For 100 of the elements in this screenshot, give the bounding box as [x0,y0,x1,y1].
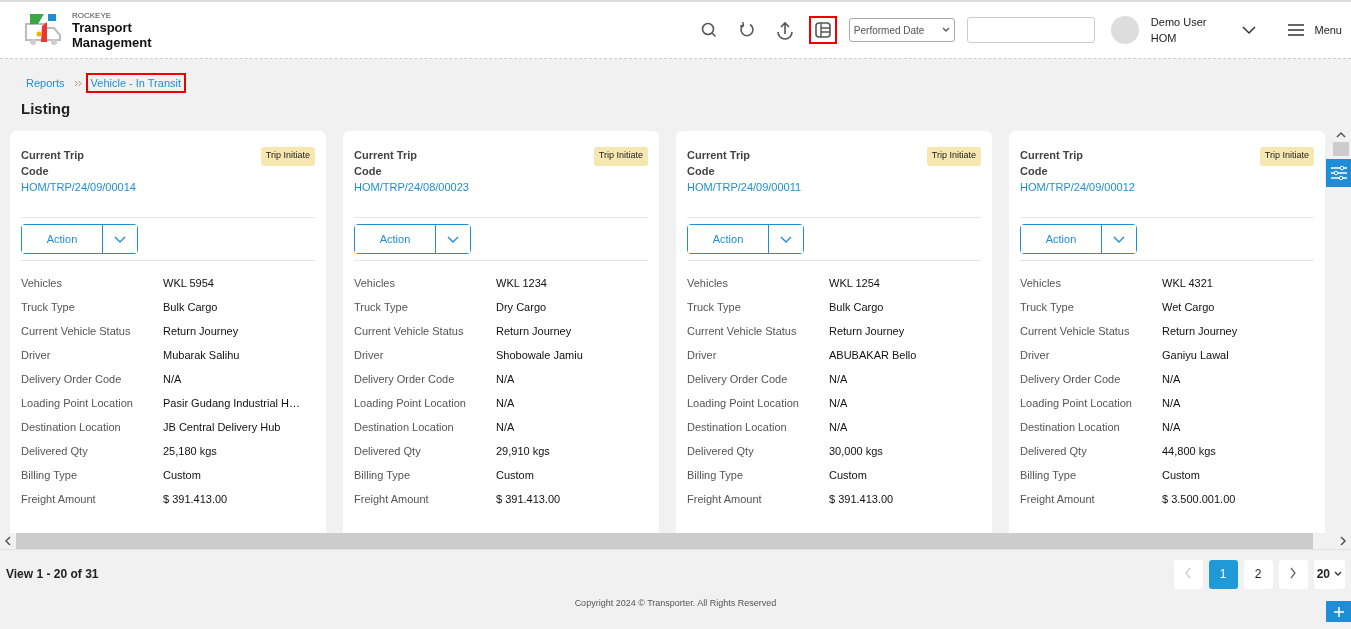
field-label: Loading Point Location [354,397,467,409]
trip-code-link[interactable]: HOM/TRP/24/09/00011 [687,179,802,195]
chevron-down-icon[interactable] [1334,571,1342,577]
field-label: Delivery Order Code [21,373,123,385]
page-button[interactable]: 1 [1208,559,1238,589]
field-value: Return Journey [829,325,906,337]
plus-icon[interactable] [1332,605,1345,618]
field-label: Delivered Qty [21,445,89,457]
field-value: Custom [496,469,535,481]
field-value: Custom [1162,469,1201,481]
field-value: $ 391.413.00 [496,493,562,505]
field-label: Driver [687,349,718,361]
card-title: Current Trip Code [687,148,751,179]
field-label: Delivered Qty [687,445,755,457]
filter-sliders-icon[interactable] [1330,166,1347,180]
field-value: Custom [163,469,202,481]
field-label: Vehicles [354,277,396,289]
field-value: Mubarak Salihu [163,349,241,361]
app-title: Transport [72,19,133,35]
copyright-text: Copyright 2024 © Transporter. All Rights Reserved [573,598,778,608]
field-value: N/A [829,421,849,433]
field-label: Delivery Order Code [1020,373,1122,385]
trip-code-link[interactable]: HOM/TRP/24/09/00012 [1020,179,1135,195]
field-label: Driver [21,349,52,361]
field-value: WKL 4321 [1162,277,1214,289]
scrollbar-thumb[interactable] [1332,142,1349,156]
trip-code-link[interactable]: HOM/TRP/24/09/00014 [21,179,136,195]
field-label: Truck Type [354,301,409,313]
field-label: Destination Location [21,421,122,433]
action-button[interactable]: Action [1021,225,1102,253]
field-value: 25,180 kgs [163,445,218,457]
field-value: Wet Cargo [1162,301,1216,313]
field-value: JB Central Delivery Hub [163,421,282,433]
field-value: Return Journey [1162,325,1239,337]
page-button[interactable]: 2 [1243,559,1273,589]
field-value: N/A [496,397,516,409]
trip-code-link[interactable]: HOM/TRP/24/08/00023 [354,179,469,195]
field-label: Current Vehicle Status [1020,325,1131,337]
status-badge: Trip Initiate [1259,147,1314,166]
field-value: Custom [829,469,868,481]
field-value: WKL 5954 [163,277,215,289]
search-field[interactable] [966,17,1095,43]
field-value: N/A [163,373,183,385]
status-badge: Trip Initiate [593,147,648,166]
action-button[interactable]: Action [688,225,769,253]
card-title: Current Trip Code [21,148,85,179]
field-value: Return Journey [163,325,240,337]
field-value: ABUBAKAR Bello [829,349,918,361]
add-button[interactable] [1326,601,1351,622]
filter-button[interactable] [1326,159,1351,187]
truck-logo-icon [24,12,64,48]
date-filter-dropdown[interactable]: Performed Date [848,18,955,42]
field-value: N/A [1162,397,1182,409]
field-value: $ 3.500.001.00 [1162,493,1237,505]
field-value: N/A [829,373,849,385]
field-value: N/A [496,373,516,385]
menu-button[interactable]: Menu [1282,23,1348,37]
user-name: Demo User [1150,15,1207,30]
chevron-down-icon[interactable] [941,27,950,33]
status-badge: Trip Initiate [926,147,981,166]
field-label: Destination Location [687,421,788,433]
field-value: N/A [829,397,849,409]
chevron-right-icon[interactable] [1289,566,1298,579]
user-branch: HOM [1150,31,1178,46]
field-label: Delivery Order Code [687,373,789,385]
field-label: Delivered Qty [354,445,422,457]
field-label: Current Vehicle Status [687,325,798,337]
field-value: Bulk Cargo [829,301,885,313]
field-label: Vehicles [1020,277,1062,289]
chevron-down-icon[interactable] [1242,25,1257,35]
field-value: WKL 1254 [829,277,881,289]
field-label: Driver [354,349,385,361]
action-button[interactable]: Action [355,225,436,253]
field-label: Current Vehicle Status [21,325,132,337]
scroll-right-icon[interactable] [1339,536,1347,546]
field-value: 30,000 kgs [829,445,884,457]
action-button[interactable]: Action [22,225,103,253]
breadcrumb-separator-icon [73,79,82,87]
field-value: $ 391.413.00 [829,493,895,505]
field-label: Vehicles [21,277,63,289]
breadcrumb-link[interactable]: Reports [21,73,70,93]
app-title: Management [72,34,152,50]
field-value: $ 391.413.00 [163,493,229,505]
field-label: Driver [1020,349,1051,361]
field-label: Freight Amount [687,493,763,505]
field-label: Billing Type [687,469,745,481]
field-label: Billing Type [354,469,412,481]
field-label: Freight Amount [21,493,97,505]
field-label: Loading Point Location [21,397,134,409]
menu-icon[interactable] [1288,24,1305,36]
breadcrumb-link[interactable]: Vehicle - In Transit [85,73,187,93]
field-value: Shobowale Jamiu [496,349,584,361]
scroll-up-icon[interactable] [1335,131,1346,139]
page-size-dropdown[interactable]: 20 [1313,559,1345,589]
field-label: Loading Point Location [687,397,800,409]
status-badge: Trip Initiate [260,147,315,166]
field-label: Billing Type [21,469,79,481]
field-value: 44,800 kgs [1162,445,1217,457]
scroll-left-icon[interactable] [4,536,12,546]
field-label: Delivery Order Code [354,373,456,385]
